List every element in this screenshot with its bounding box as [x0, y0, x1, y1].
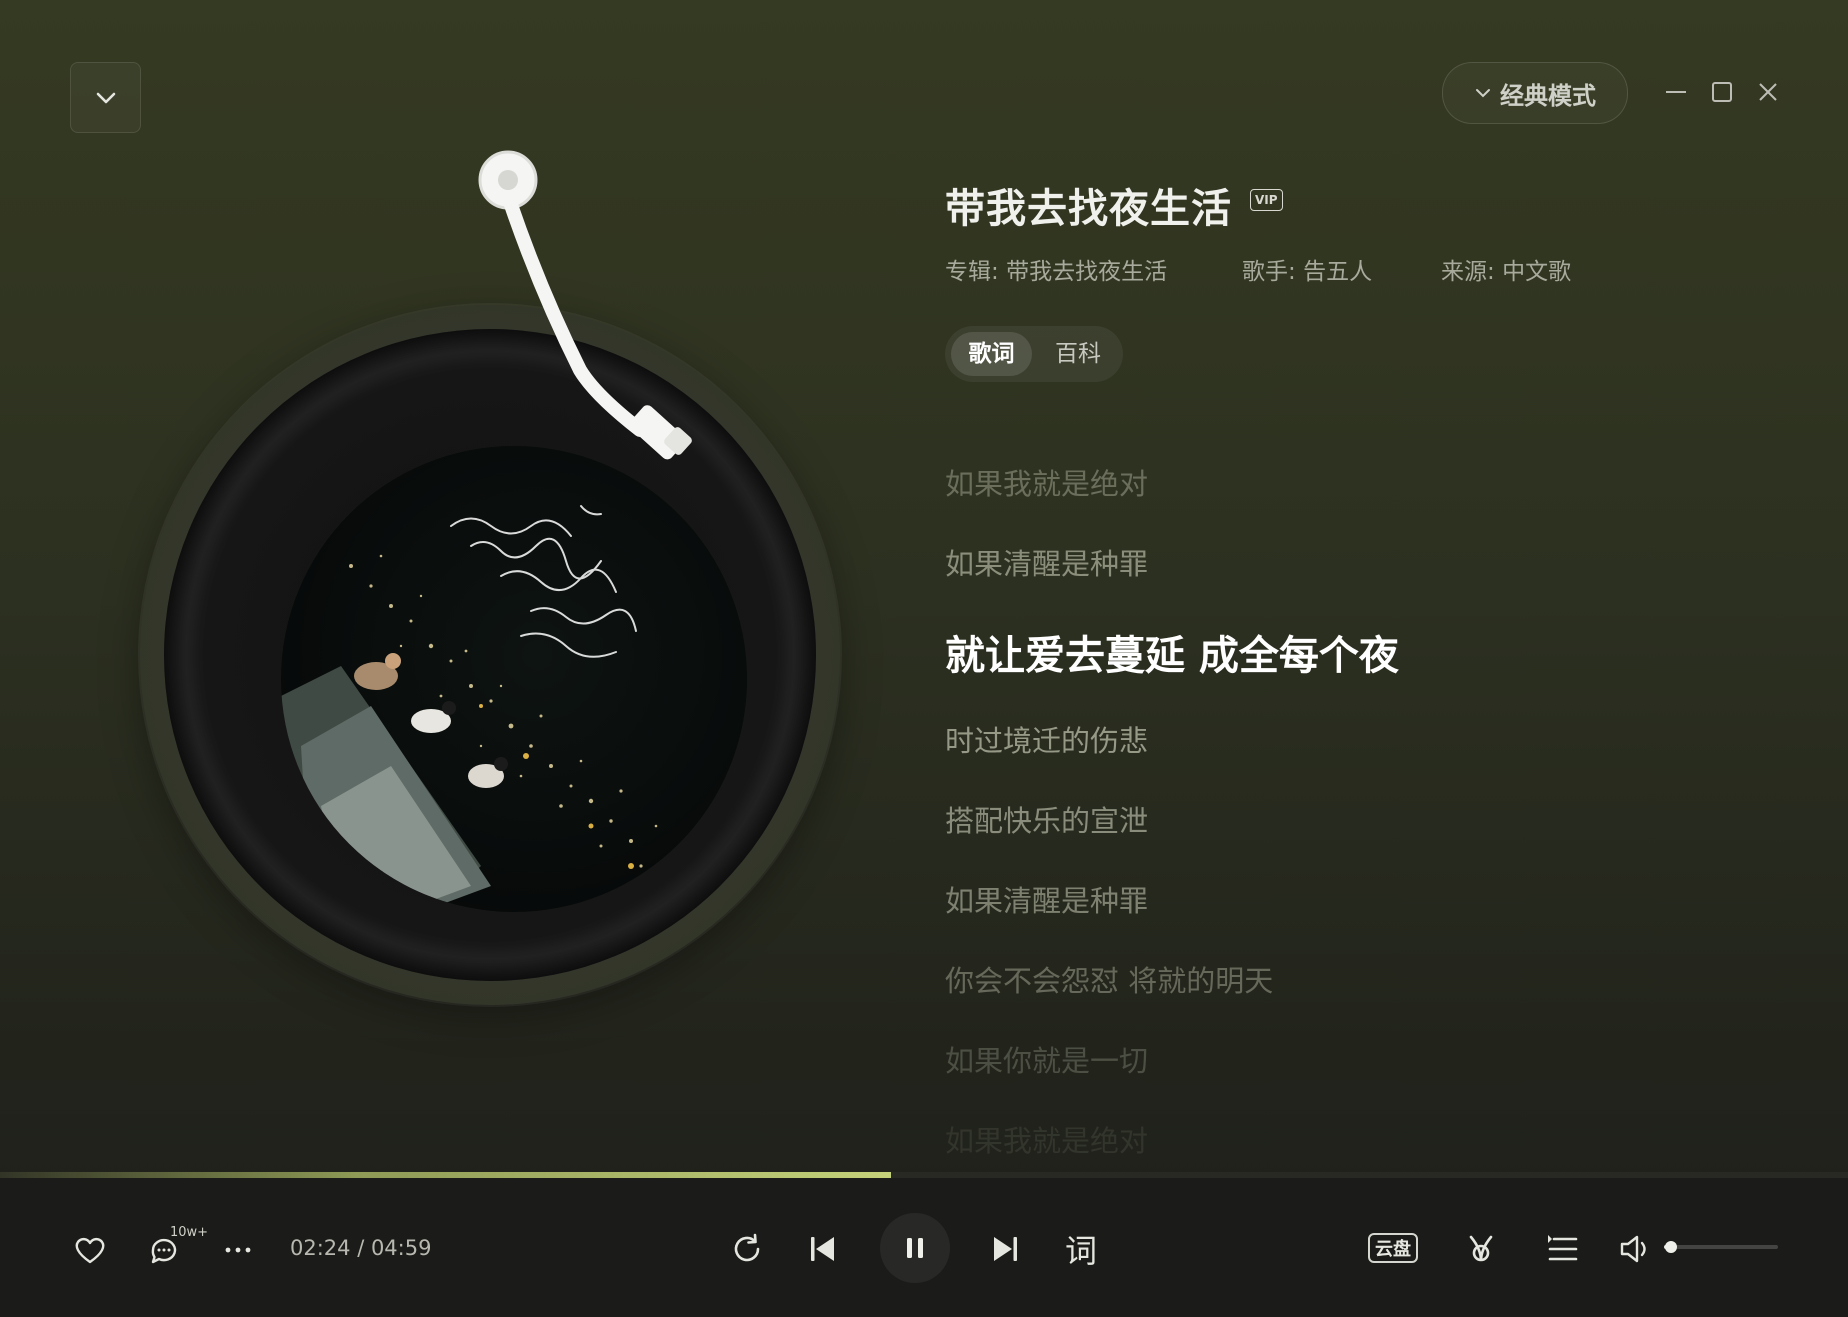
playlist-button[interactable]	[1542, 1228, 1584, 1270]
sound-effect-icon	[1469, 1235, 1493, 1262]
repeat-icon	[734, 1233, 760, 1262]
lyrics-toggle-button[interactable]: 词	[1060, 1228, 1102, 1270]
speaker-icon	[1620, 1235, 1646, 1263]
mode-label: 经典模式	[1500, 81, 1596, 110]
volume-knob[interactable]	[1664, 1241, 1677, 1253]
chevron-down-icon	[1476, 89, 1490, 98]
tab-bar: 歌词 百科	[945, 326, 1123, 382]
cloud-disk-button[interactable]: 云盘	[1368, 1233, 1418, 1263]
song-title: 带我去找夜生活	[945, 186, 1232, 232]
comment-count: 10w+	[170, 1225, 209, 1240]
heart-icon	[75, 1237, 105, 1264]
tonearm	[478, 150, 692, 460]
tab-lyrics[interactable]: 歌词	[951, 332, 1032, 376]
close-icon	[1759, 83, 1777, 101]
minimize-icon	[1666, 91, 1686, 93]
source-info: 来源: 中文歌	[1441, 252, 1571, 286]
artist-link[interactable]: 告五人	[1303, 259, 1372, 285]
maximize-icon	[1712, 82, 1732, 102]
previous-button[interactable]	[802, 1228, 844, 1270]
lyric-line[interactable]: 你会不会怨怼 将就的明天	[945, 958, 1273, 1000]
playlist-icon	[1548, 1235, 1578, 1261]
next-button[interactable]	[984, 1228, 1026, 1270]
more-icon	[225, 1247, 251, 1253]
album-info: 专辑: 带我去找夜生活	[945, 252, 1167, 286]
lyric-line[interactable]: 如果我就是绝对	[945, 1118, 1148, 1160]
more-button[interactable]	[218, 1230, 258, 1270]
album-link[interactable]: 带我去找夜生活	[1006, 259, 1167, 285]
lyric-line[interactable]: 如果清醒是种罪	[945, 541, 1148, 583]
source-link[interactable]: 中文歌	[1502, 259, 1571, 285]
classic-mode-dropdown[interactable]: 经典模式	[1442, 62, 1628, 124]
collapse-button[interactable]	[70, 62, 141, 133]
lyric-line[interactable]: 如果你就是一切	[945, 1038, 1148, 1080]
close-button[interactable]	[1748, 72, 1788, 112]
sound-effect-button[interactable]	[1460, 1228, 1502, 1270]
next-icon	[994, 1237, 1017, 1261]
album-label: 专辑:	[945, 259, 999, 285]
lyric-line[interactable]: 时过境迁的伤悲	[945, 718, 1148, 760]
lyric-line[interactable]: 如果我就是绝对	[945, 461, 1148, 503]
pause-icon	[907, 1238, 923, 1258]
lyric-line[interactable]: 如果清醒是种罪	[945, 878, 1148, 920]
volume-button[interactable]	[1614, 1228, 1656, 1270]
playback-time: 02:24 / 04:59	[290, 1236, 432, 1260]
source-label: 来源:	[1441, 259, 1495, 285]
pause-button[interactable]	[880, 1213, 950, 1283]
like-button[interactable]	[70, 1230, 110, 1270]
lyric-line-active[interactable]: 就让爱去蔓延 成全每个夜	[945, 623, 1399, 681]
lyric-line[interactable]: 搭配快乐的宣泄	[945, 798, 1148, 840]
vip-badge: VIP	[1250, 189, 1283, 211]
maximize-button[interactable]	[1702, 72, 1742, 112]
previous-icon	[811, 1237, 834, 1261]
album-cover	[281, 446, 747, 912]
tab-wiki[interactable]: 百科	[1040, 332, 1116, 376]
artist-info: 歌手: 告五人	[1242, 252, 1372, 286]
minimize-button[interactable]	[1656, 72, 1696, 112]
album-art-image	[281, 446, 747, 912]
volume-slider[interactable]	[1664, 1241, 1778, 1253]
artist-label: 歌手:	[1242, 259, 1296, 285]
chevron-down-icon	[96, 92, 115, 103]
repeat-button[interactable]	[726, 1228, 768, 1270]
